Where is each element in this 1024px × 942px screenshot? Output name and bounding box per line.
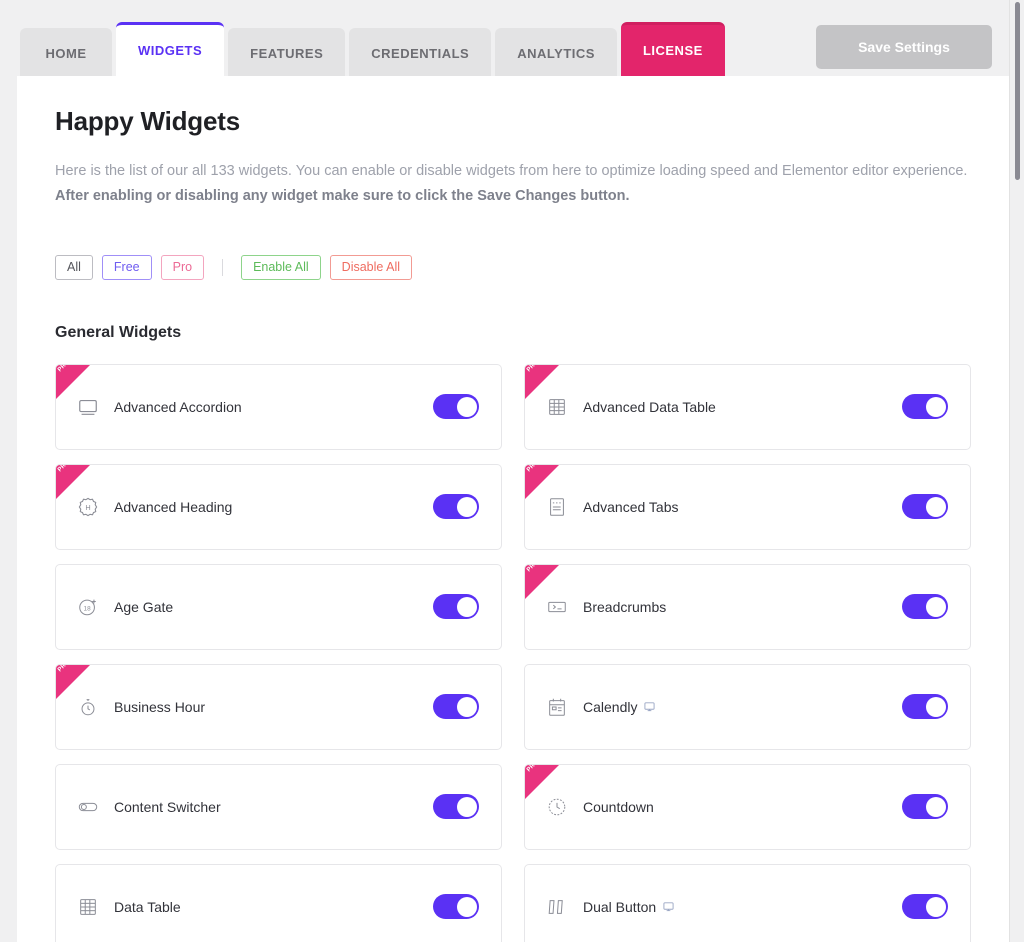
widget-toggle[interactable] [902,494,948,520]
tab-features[interactable]: FEATURES [228,28,346,76]
widget-toggle[interactable] [902,694,948,720]
page-description-lead: Here is the list of our all 133 widgets.… [55,163,968,179]
widget-name: Age Gate [114,598,174,615]
bulk-action-group: Enable All Disable All [241,254,413,280]
tab-label: ANALYTICS [517,46,595,61]
dual-button-icon [545,895,569,919]
widget-card: 18 Age Gate [55,563,502,650]
page-scrollbar[interactable] [1009,0,1024,942]
toggle-knob [925,396,946,417]
toggle-knob [456,896,477,917]
widget-card: PRO Countdown [524,763,971,850]
pro-ribbon [525,464,559,499]
tab-list: HOME WIDGETS FEATURES CREDENTIALS ANALYTICS L… [20,22,725,76]
widget-name: Advanced Accordion [114,398,242,415]
tab-label: LICENSE [642,43,703,58]
toggle-knob [456,496,477,517]
toggle-knob [456,596,477,617]
widget-card: PRO Advanced Accordion [55,363,502,450]
app-root: HOME WIDGETS FEATURES CREDENTIALS ANALYTICS L… [0,0,1024,942]
widget-card: PRO Breadcrumbs [524,563,971,650]
tab-home[interactable]: HOME [20,28,112,76]
widget-grid: PRO Advanced Accordion PRO Advanced Data Ta… [55,363,971,942]
pro-ribbon [56,364,90,399]
top-tab-bar: HOME WIDGETS FEATURES CREDENTIALS ANALYTICS L… [0,0,1009,76]
filter-chip-pro[interactable]: Pro [160,254,205,280]
widget-card: Calendly [524,663,971,750]
toggle-knob [925,596,946,617]
filter-bar: All Free Pro Enable All Disable All [55,254,971,280]
pro-ribbon [525,364,559,399]
main-panel: Happy Widgets Here is the list of our al… [17,76,1009,942]
widget-name: Advanced Data Table [583,398,716,415]
calendar-icon [545,695,569,719]
switcher-icon [76,795,100,819]
tab-license[interactable]: LICENSE [620,22,725,76]
widget-sections: General Widgets PRO Advanced Accordion PRO A… [55,324,971,942]
widget-name: Calendly [583,698,638,715]
page-description-emphasis: After enabling or disabling any widget m… [55,187,630,204]
pro-ribbon [525,564,559,599]
toggle-knob [925,896,946,917]
enable-all-button[interactable]: Enable All [241,254,321,280]
widget-toggle[interactable] [433,594,479,620]
tab-label: CREDENTIALS [371,46,470,61]
data-table-icon [76,895,100,919]
tab-credentials[interactable]: CREDENTIALS [349,28,492,76]
toggle-knob [456,696,477,717]
widget-toggle[interactable] [433,394,479,420]
widget-toggle[interactable] [433,894,479,920]
widget-name: Business Hour [114,698,206,715]
tab-analytics[interactable]: ANALYTICS [495,28,617,76]
widget-toggle[interactable] [433,794,479,820]
widget-card: Data Table [55,863,502,942]
tab-label: HOME [45,46,87,61]
monitor-icon[interactable] [644,701,656,712]
filter-chip-free[interactable]: Free [101,254,152,280]
widget-card: Content Switcher [55,763,502,850]
tab-label: WIDGETS [138,43,203,58]
toggle-knob [925,796,946,817]
age-gate-icon: 18 [76,595,100,619]
save-settings-button[interactable]: Save Settings [816,25,992,69]
page-description: Here is the list of our all 133 widgets.… [55,159,970,209]
pro-ribbon [56,464,90,499]
tab-label: FEATURES [250,46,324,61]
widget-toggle[interactable] [902,594,948,620]
tab-widgets[interactable]: WIDGETS [116,22,225,76]
toggle-knob [925,696,946,717]
widget-card: PRO Advanced Tabs [524,463,971,550]
widget-name: Data Table [114,898,181,915]
filter-chip-all[interactable]: All [55,254,93,280]
widget-name: Advanced Tabs [583,498,679,515]
svg-text:H: H [85,503,90,512]
pro-ribbon [56,664,90,699]
widget-card: Dual Button [524,863,971,942]
widget-name: Content Switcher [114,798,221,815]
svg-text:18: 18 [84,605,92,612]
toggle-knob [456,396,477,417]
filter-divider [222,258,224,276]
widget-name: Countdown [583,798,654,815]
page-title: Happy Widgets [55,106,240,136]
widget-toggle[interactable] [902,394,948,420]
toggle-knob [925,496,946,517]
widget-name: Breadcrumbs [583,598,667,615]
widget-card: PRO Advanced Data Table [524,363,971,450]
widget-toggle[interactable] [902,794,948,820]
pro-ribbon [525,764,559,799]
monitor-icon[interactable] [663,901,674,912]
widget-toggle[interactable] [433,494,479,520]
section-title: General Widgets [55,323,182,341]
widget-name: Dual Button [583,898,657,915]
widget-name: Advanced Heading [114,498,233,515]
filter-chip-group: All Free Pro [55,254,205,280]
widget-card: PRO Business Hour [55,663,502,750]
widget-toggle[interactable] [433,694,479,720]
widget-toggle[interactable] [902,894,948,920]
scrollbar-thumb[interactable] [1015,2,1020,180]
toggle-knob [456,796,477,817]
widget-card: PRO H Advanced Heading [55,463,502,550]
disable-all-button[interactable]: Disable All [329,254,413,280]
